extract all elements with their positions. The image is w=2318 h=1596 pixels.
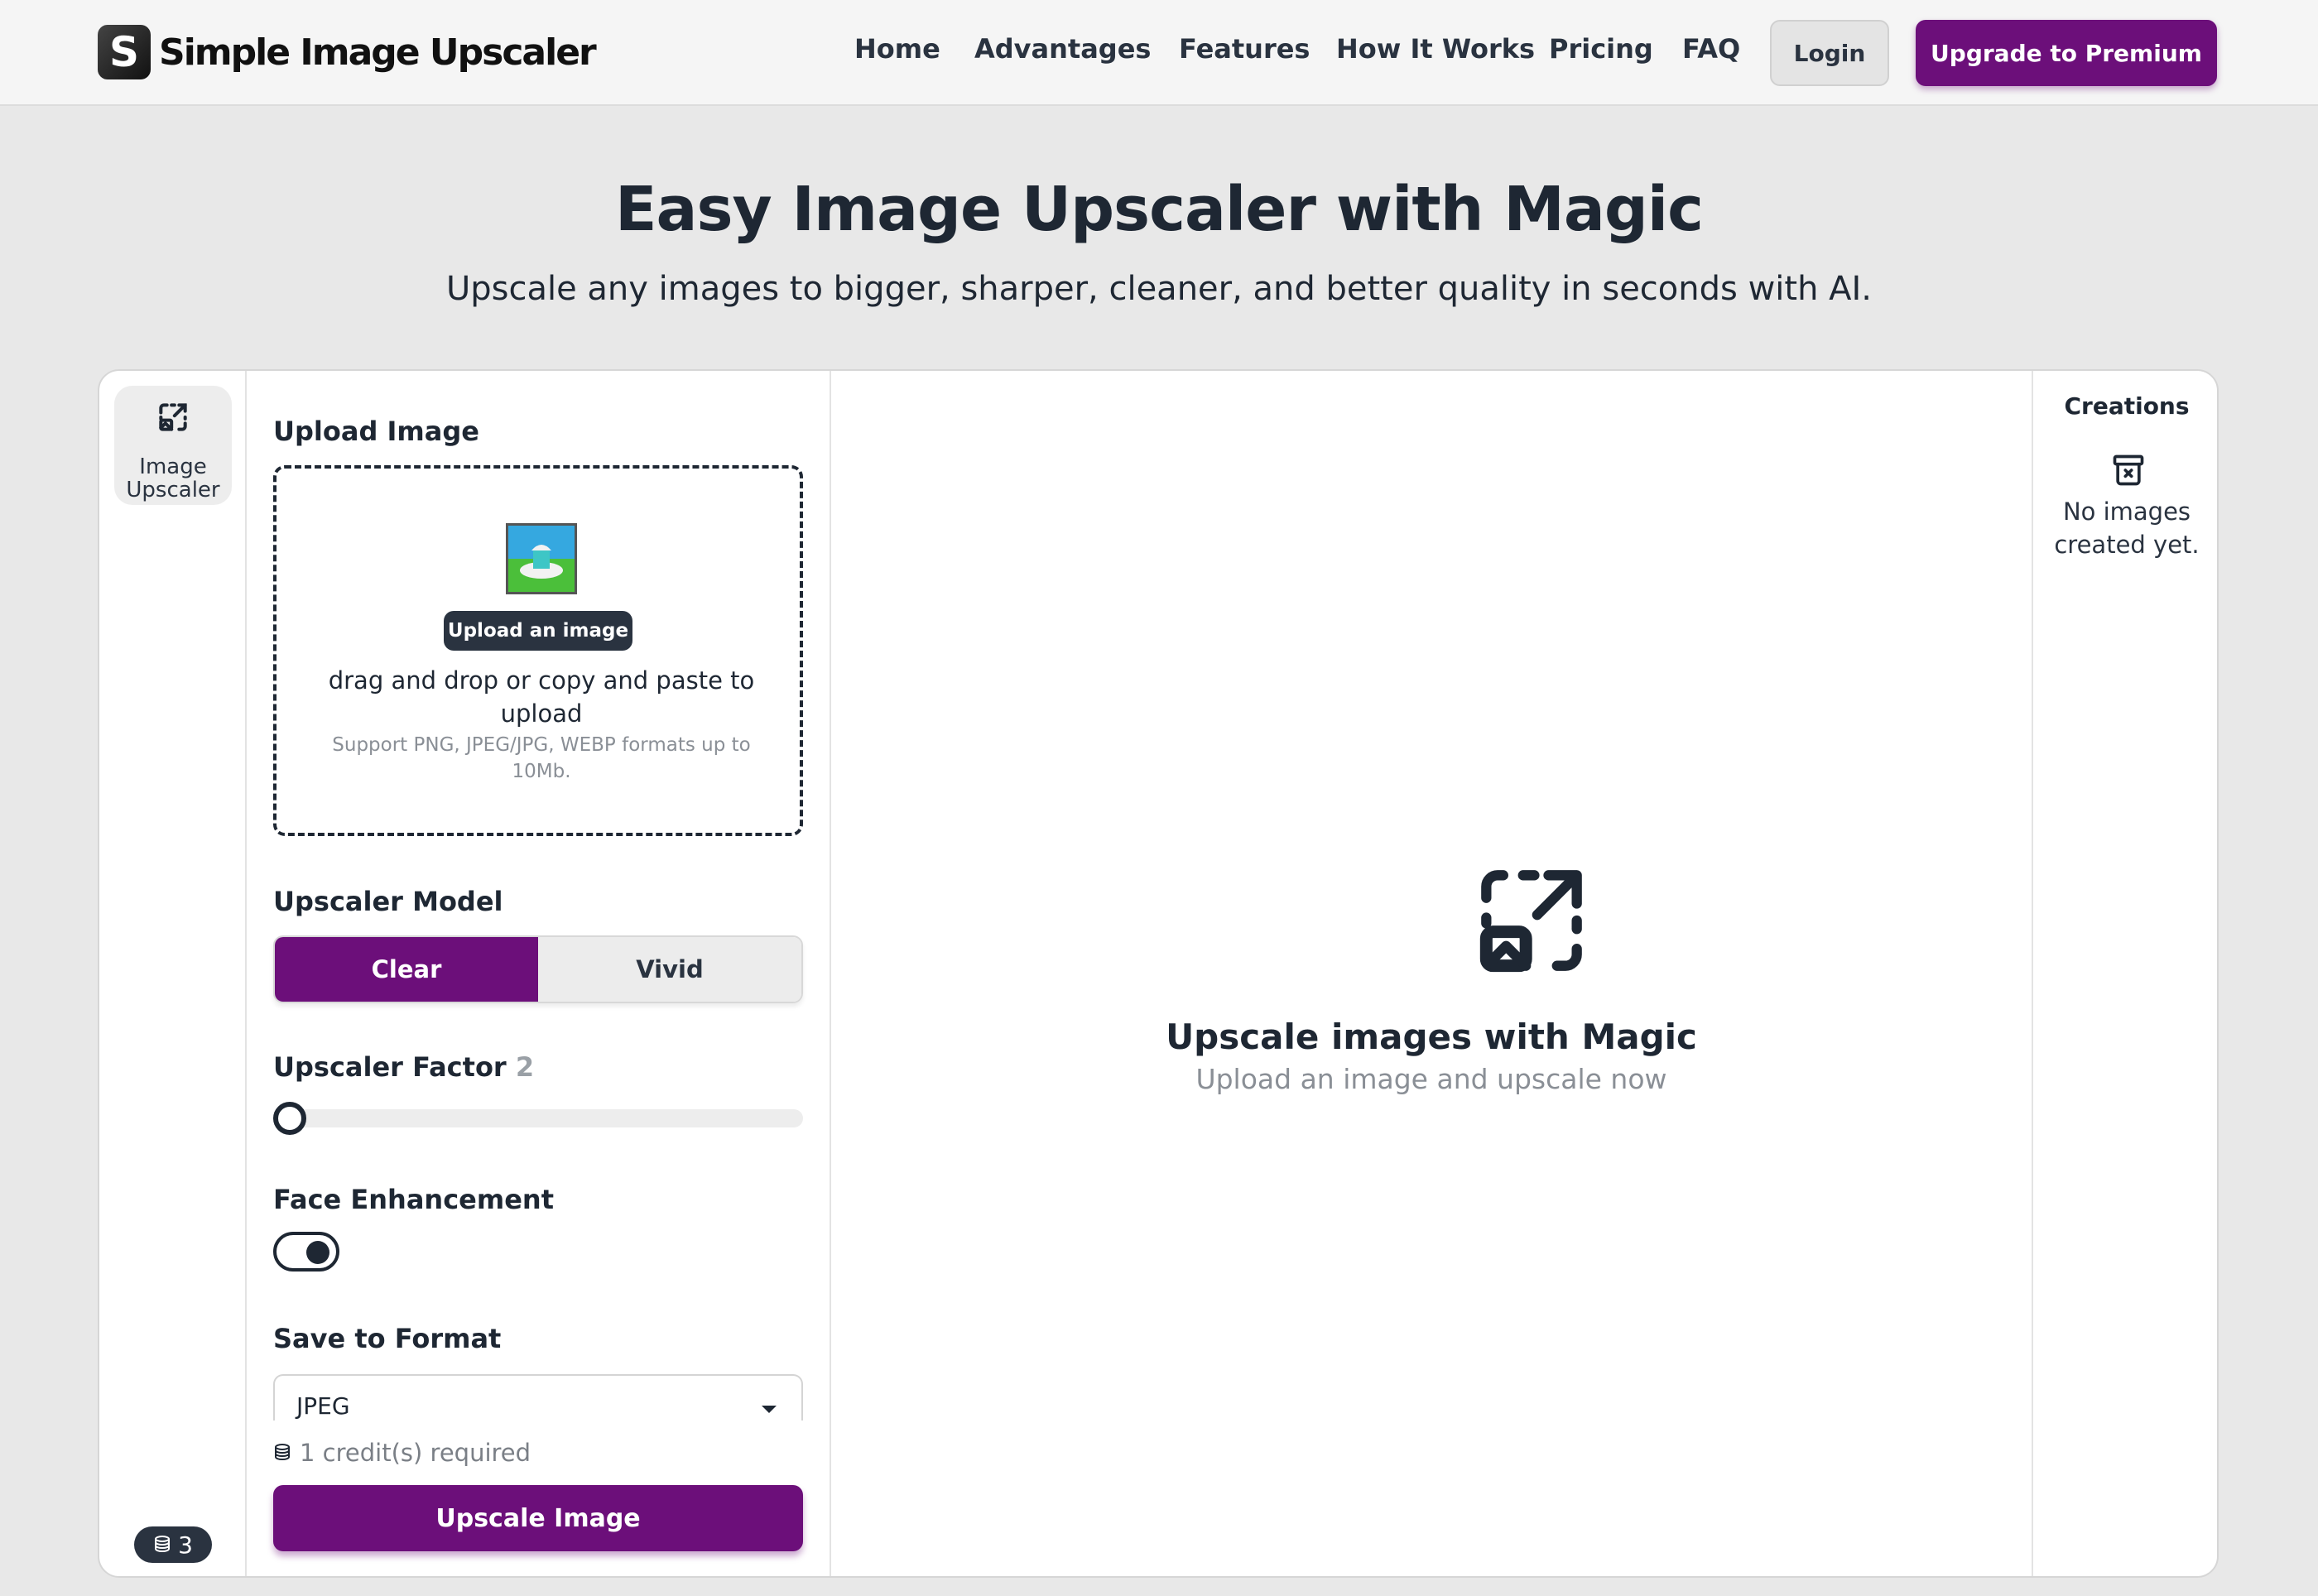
creations-panel: Creations No images created yet. bbox=[2032, 371, 2217, 1576]
nav-features[interactable]: Features bbox=[1179, 33, 1310, 73]
coins-icon bbox=[155, 1536, 171, 1553]
upgrade-premium-button[interactable]: Upgrade to Premium bbox=[1916, 20, 2217, 86]
brand-logo[interactable]: S Simple Image Upscaler bbox=[98, 25, 597, 79]
page-subtitle: Upscale any images to bigger, sharper, c… bbox=[445, 270, 1873, 308]
upscale-icon bbox=[1479, 870, 1582, 973]
model-option-vivid[interactable]: Vivid bbox=[538, 937, 801, 1002]
model-selector: Clear Vivid bbox=[273, 935, 803, 1003]
format-select[interactable]: JPEG bbox=[273, 1374, 803, 1421]
factor-slider[interactable] bbox=[273, 1102, 803, 1135]
format-select-value: JPEG bbox=[296, 1392, 350, 1420]
upscale-image-button[interactable]: Upscale Image bbox=[273, 1485, 803, 1551]
nav-home[interactable]: Home bbox=[854, 33, 940, 73]
model-option-clear[interactable]: Clear bbox=[275, 937, 538, 1002]
upload-dropzone[interactable]: Upload an image drag and drop or copy an… bbox=[273, 465, 803, 836]
format-label: Save to Format bbox=[273, 1323, 502, 1354]
upscaler-workspace: Image Upscaler 3 Upload Image Upload an … bbox=[98, 369, 2219, 1578]
tool-image-upscaler[interactable]: Image Upscaler bbox=[114, 386, 232, 505]
upload-image-button[interactable]: Upload an image bbox=[444, 611, 632, 651]
settings-panel: Upload Image Upload an image drag and dr… bbox=[247, 371, 831, 1576]
preview-title: Upscale images with Magic bbox=[1166, 1017, 1697, 1057]
credits-balance-badge[interactable]: 3 bbox=[134, 1526, 212, 1563]
credits-count: 3 bbox=[178, 1531, 193, 1559]
dropzone-format-hint: Support PNG, JPEG/JPG, WEBP formats up t… bbox=[332, 734, 751, 782]
dropzone-instruction: drag and drop or copy and paste to uploa… bbox=[328, 666, 755, 728]
caret-down-icon bbox=[762, 1406, 777, 1413]
tool-label: Image Upscaler bbox=[126, 454, 220, 502]
brand-name: Simple Image Upscaler bbox=[159, 31, 597, 74]
creations-empty-message: No images created yet. bbox=[2054, 498, 2200, 559]
logo-icon: S bbox=[98, 25, 151, 79]
preview-subtitle: Upload an image and upscale now bbox=[1195, 1063, 1667, 1095]
preview-area: Upscale images with Magic Upload an imag… bbox=[831, 371, 2032, 1576]
login-button[interactable]: Login bbox=[1770, 20, 1889, 86]
image-thumbnail-icon bbox=[506, 523, 577, 594]
nav-how-it-works[interactable]: How It Works bbox=[1336, 33, 1535, 73]
nav-faq[interactable]: FAQ bbox=[1682, 33, 1740, 73]
toggle-knob bbox=[306, 1241, 329, 1264]
page-title: Easy Image Upscaler with Magic bbox=[614, 174, 1704, 245]
factor-label: Upscaler Factor 2 bbox=[273, 1051, 534, 1083]
coins-icon bbox=[275, 1444, 290, 1461]
creations-title: Creations bbox=[2064, 392, 2190, 420]
credits-required: 1 credit(s) required bbox=[273, 1439, 531, 1467]
face-enhancement-toggle[interactable] bbox=[273, 1232, 339, 1272]
upscale-icon bbox=[159, 403, 187, 431]
face-enhancement-label: Face Enhancement bbox=[273, 1184, 554, 1215]
archive-x-icon bbox=[2113, 454, 2144, 486]
upload-label: Upload Image bbox=[273, 416, 479, 447]
factor-value: 2 bbox=[515, 1051, 535, 1083]
factor-slider-handle[interactable] bbox=[273, 1102, 306, 1135]
nav-advantages[interactable]: Advantages bbox=[974, 33, 1151, 73]
nav-pricing[interactable]: Pricing bbox=[1549, 33, 1653, 73]
top-navbar: S Simple Image Upscaler Home Advantages … bbox=[0, 0, 2318, 106]
model-label: Upscaler Model bbox=[273, 886, 503, 917]
credits-required-text: 1 credit(s) required bbox=[300, 1439, 531, 1467]
factor-label-text: Upscaler Factor bbox=[273, 1051, 507, 1083]
tool-rail: Image Upscaler 3 bbox=[99, 371, 247, 1576]
